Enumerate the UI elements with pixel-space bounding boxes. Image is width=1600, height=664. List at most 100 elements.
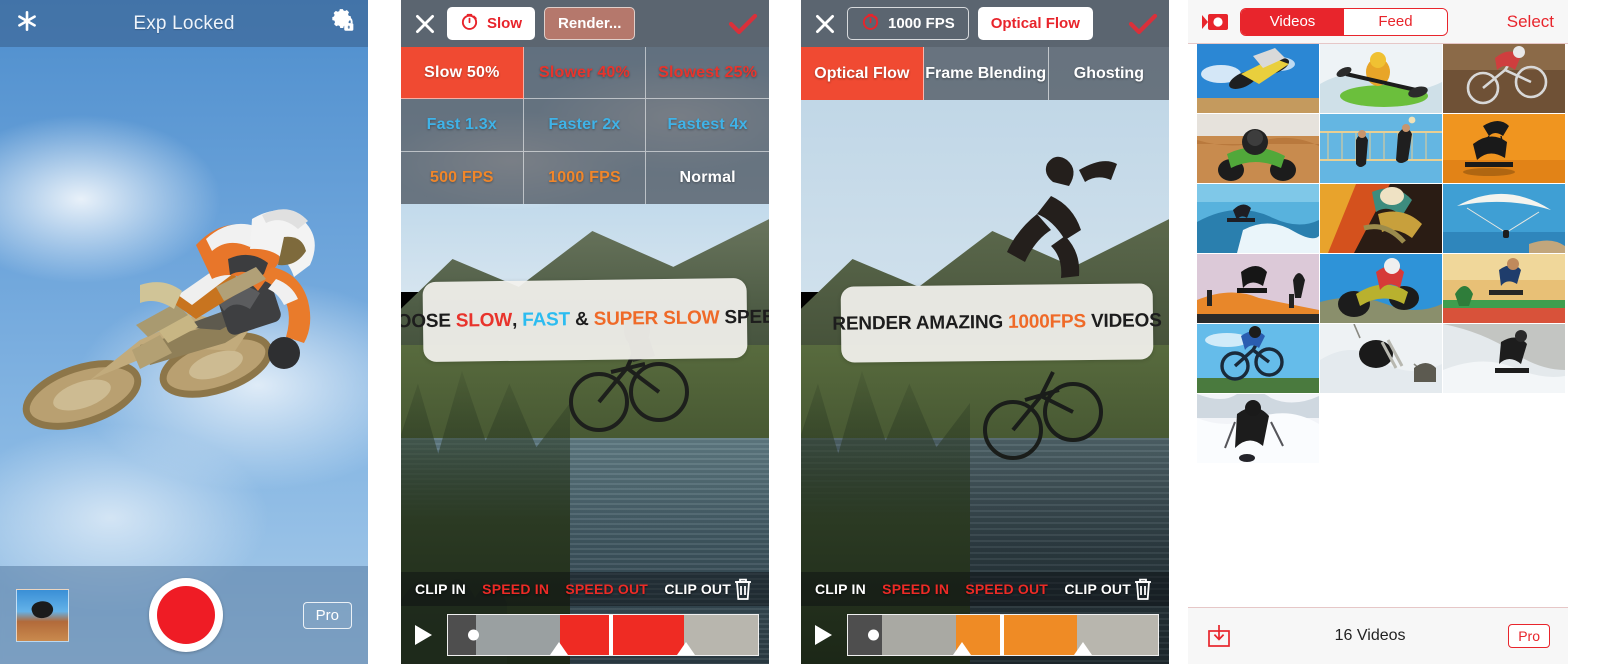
render-button[interactable]: Render... <box>544 7 636 40</box>
tab-feed[interactable]: Feed <box>1344 8 1447 35</box>
speed-out-notch[interactable] <box>677 642 696 655</box>
video-thumbnail-snowboard-slope[interactable] <box>1443 324 1565 393</box>
video-thumbnail-kitesurf[interactable] <box>1443 114 1565 183</box>
timeline-track[interactable] <box>847 614 1159 656</box>
check-icon[interactable] <box>728 13 758 35</box>
import-icon[interactable] <box>1206 623 1232 649</box>
stopwatch-icon <box>460 12 479 35</box>
flow-editor-panel: 1000 FPS Optical Flow Optical Flow Frame… <box>801 0 1169 664</box>
speed-option-fastest-4x[interactable]: Fastest 4x <box>646 99 769 152</box>
video-thumbnail-motocross-jump[interactable] <box>1197 44 1319 113</box>
speed-in-notch[interactable] <box>953 642 972 655</box>
video-camera-icon[interactable] <box>1202 12 1230 32</box>
caption-part-1: RENDER AMAZING <box>832 311 1009 335</box>
timeline-row <box>801 612 1169 658</box>
video-thumbnail-downhill-bike[interactable] <box>1443 44 1565 113</box>
speed-option-faster-2x[interactable]: Faster 2x <box>523 99 647 152</box>
play-icon[interactable] <box>411 622 435 648</box>
pro-button[interactable]: Pro <box>1508 624 1550 648</box>
speed-in-notch[interactable] <box>550 642 569 655</box>
video-thumbnail-beach-volleyball[interactable] <box>1320 114 1442 183</box>
speed-option-slow-50[interactable]: Slow 50% <box>401 47 524 100</box>
speed-option-slowest-25[interactable]: Slowest 25% <box>646 47 769 100</box>
caption-highlight-1000fps: 1000FPS <box>1008 311 1087 333</box>
caption-part-1: CHOOSE <box>401 310 451 333</box>
tab-videos[interactable]: Videos <box>1241 8 1344 35</box>
library-panel: Videos Feed Select 16 Videos Pro <box>1188 0 1568 664</box>
speed-out-label[interactable]: SPEED OUT <box>565 581 648 597</box>
camera-footer: Pro <box>0 566 368 664</box>
video-thumbnail-surfing[interactable] <box>1197 184 1319 253</box>
render-mode-tabs: Optical Flow Frame Blending Ghosting <box>801 47 1169 100</box>
flow-editor-bottom-bar: CLIP IN SPEED IN SPEED OUT CLIP OUT <box>801 564 1169 664</box>
video-thumbnail-bmx-air[interactable] <box>1197 324 1319 393</box>
video-thumbnail-kayak[interactable] <box>1320 44 1442 113</box>
close-icon[interactable] <box>812 11 838 37</box>
caption-part-3: & <box>569 308 594 331</box>
exposure-status-label: Exp Locked <box>133 12 235 34</box>
caption-part-2: VIDEOS <box>1085 310 1162 333</box>
tab-optical-flow[interactable]: Optical Flow <box>801 47 924 100</box>
clip-in-label[interactable]: CLIP IN <box>415 581 466 597</box>
speed-option-normal[interactable]: Normal <box>646 152 769 204</box>
speed-in-label[interactable]: SPEED IN <box>482 581 549 597</box>
clip-in-label[interactable]: CLIP IN <box>815 581 866 597</box>
speed-out-label[interactable]: SPEED OUT <box>965 581 1048 597</box>
video-grid-scroll[interactable] <box>1188 44 1568 607</box>
clip-in-handle[interactable] <box>448 615 474 655</box>
trash-icon[interactable] <box>1131 576 1155 602</box>
video-thumbnail-dirtbike-turn[interactable] <box>1320 254 1442 323</box>
bmx-bike <box>983 371 1103 460</box>
select-button[interactable]: Select <box>1507 12 1554 32</box>
pro-button[interactable]: Pro <box>302 601 352 629</box>
speed-options-grid: Slow 50% Slower 40% Slowest 25% Fast 1.3… <box>401 47 769 204</box>
caption-highlight-fast: FAST <box>522 309 571 331</box>
fps-mode-chip[interactable]: 1000 FPS <box>847 7 969 40</box>
video-thumbnail-skier-deep-snow[interactable] <box>1197 394 1319 463</box>
last-capture-thumbnail[interactable] <box>16 588 69 642</box>
fps-mode-label: 1000 FPS <box>888 15 955 32</box>
playhead[interactable] <box>999 615 1004 655</box>
speed-option-1000fps[interactable]: 1000 FPS <box>524 151 647 204</box>
timeline-track[interactable] <box>447 614 759 656</box>
panel-gap <box>769 0 801 664</box>
speed-editor-topbar: Slow Render... <box>401 0 769 47</box>
video-count-label: 16 Videos <box>1334 627 1406 644</box>
trash-icon[interactable] <box>731 576 755 602</box>
clip-out-label[interactable]: CLIP OUT <box>1064 581 1131 597</box>
playhead[interactable] <box>609 615 614 655</box>
video-thumbnail-ski-powder[interactable] <box>1320 324 1442 393</box>
clip-control-labels: CLIP IN SPEED IN SPEED OUT CLIP OUT <box>801 572 1169 606</box>
speed-in-label[interactable]: SPEED IN <box>882 581 949 597</box>
caption-part-2: , <box>511 309 523 331</box>
video-thumbnail-wakeboard[interactable] <box>1320 184 1442 253</box>
clip-control-labels: CLIP IN SPEED IN SPEED OUT CLIP OUT <box>401 572 769 606</box>
speed-option-fast-13x[interactable]: Fast 1.3x <box>401 99 524 152</box>
flash-star-icon[interactable] <box>14 8 40 39</box>
video-grid <box>1197 44 1568 463</box>
check-icon[interactable] <box>1128 13 1158 35</box>
tab-frame-blending[interactable]: Frame Blending <box>924 47 1049 100</box>
gear-lock-icon[interactable] <box>328 8 354 39</box>
video-thumbnail-skate-ramp[interactable] <box>1197 254 1319 323</box>
render-mode-button[interactable]: Optical Flow <box>977 7 1093 40</box>
video-thumbnail-skate-beach[interactable] <box>1443 254 1565 323</box>
speed-out-notch[interactable] <box>1074 642 1093 655</box>
record-button[interactable] <box>148 578 223 652</box>
speed-option-slower-40[interactable]: Slower 40% <box>523 47 647 100</box>
library-footer: 16 Videos Pro <box>1188 607 1568 664</box>
video-thumbnail-atv-dune[interactable] <box>1197 114 1319 183</box>
speed-editor-panel: Slow Render... Slow 50% Slower 40% Slowe… <box>401 0 769 664</box>
speed-option-500fps[interactable]: 500 FPS <box>401 151 524 204</box>
play-icon[interactable] <box>811 622 835 648</box>
caption-part-4: SPEEDS <box>724 306 769 329</box>
speed-mode-label: Slow <box>487 15 523 32</box>
speed-mode-chip[interactable]: Slow <box>447 7 536 40</box>
close-icon[interactable] <box>412 11 438 37</box>
tab-ghosting[interactable]: Ghosting <box>1049 47 1169 100</box>
camera-panel: Exp Locked Pro <box>0 0 368 664</box>
panel-gap <box>368 0 401 664</box>
clip-in-handle[interactable] <box>848 615 874 655</box>
video-thumbnail-paraglider[interactable] <box>1443 184 1565 253</box>
clip-out-label[interactable]: CLIP OUT <box>664 581 731 597</box>
